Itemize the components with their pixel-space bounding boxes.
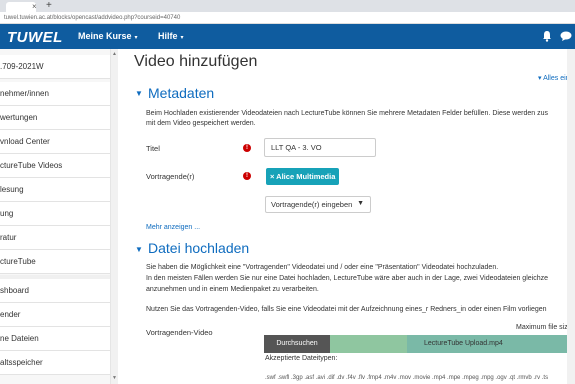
scroll-up-icon[interactable]: ▲	[112, 51, 117, 57]
sidebar-item-calendar[interactable]: ender	[0, 303, 118, 327]
sidebar-item-label: ctureTube	[0, 257, 36, 266]
nav-meine-kurse[interactable]: Meine Kurse ▾	[78, 31, 138, 41]
sidebar-item-label: .709-2021W	[0, 62, 44, 71]
expand-all-link[interactable]: ▾ Alles ein	[538, 74, 570, 82]
sidebar-item-vorlesung[interactable]: lesung	[0, 178, 118, 202]
file-drop-area[interactable]: Durchsuchen LectureTube Upload.mp4	[264, 335, 575, 353]
upload-description-4: Nutzen Sie das Vortragenden-Video, falls…	[146, 306, 547, 313]
main-scrollbar[interactable]	[567, 49, 575, 384]
metadata-description-cont: mit dem Video gespeichert werden.	[146, 120, 256, 127]
section-title-metadata[interactable]: Metadaten	[148, 85, 214, 101]
title-field-label: Titel	[146, 144, 160, 153]
sidebar-item-label: ne Dateien	[0, 334, 39, 343]
sidebar-item-course[interactable]: .709-2021W	[0, 55, 118, 79]
metadata-description: Beim Hochladen existierender Videodateie…	[146, 110, 548, 117]
collapse-caret-icon[interactable]: ▼	[135, 245, 143, 254]
bell-icon[interactable]	[542, 30, 552, 42]
tab-close-icon[interactable]: ×	[32, 2, 37, 12]
course-sidebar: .709-2021W nehmer/innen wertungen vnload…	[0, 49, 118, 384]
sidebar-item-label: ender	[0, 310, 21, 319]
chevron-down-icon: ▾	[180, 35, 184, 41]
required-icon: !	[243, 172, 251, 180]
max-file-size: Maximum file size	[516, 324, 572, 331]
sidebar-item-label: shboard	[0, 286, 29, 295]
top-navbar: TUWEL Meine Kurse ▾ Hilfe ▾	[0, 24, 575, 49]
title-input[interactable]: LLT QA - 3. VO	[264, 138, 376, 157]
nav-hilfe-label: Hilfe	[158, 31, 178, 41]
url-text[interactable]: tuwel.tuwien.ac.at/blocks/opencast/addvi…	[4, 14, 180, 22]
address-bar[interactable]: tuwel.tuwien.ac.at/blocks/opencast/addvi…	[0, 12, 575, 24]
sidebar-scrollbar[interactable]: ▲ ▼	[110, 49, 118, 384]
main-content: Video hinzufügen ▾ Alles ein ▼ Metadaten…	[118, 49, 575, 384]
collapse-caret-icon[interactable]: ▼	[135, 89, 143, 98]
accepted-types-list: .swf .swfl .3gp .asf .avi .dif .dv .f4v …	[265, 375, 549, 381]
sidebar-item-my-files[interactable]: ne Dateien	[0, 327, 118, 351]
scroll-down-icon[interactable]: ▼	[112, 375, 117, 381]
chevron-down-icon: ▼	[357, 200, 364, 207]
sidebar-item-literatur[interactable]: ratur	[0, 226, 118, 250]
sidebar-item-label: altsspeicher	[0, 358, 43, 367]
sidebar-item-lecturetube-videos[interactable]: ctureTube Videos	[0, 154, 118, 178]
upload-description-2: In den meisten Fällen werden Sie nur ein…	[146, 275, 548, 282]
page-title: Video hinzufügen	[134, 53, 258, 70]
sidebar-item-label: vnload Center	[0, 137, 50, 146]
sidebar-item-label: lesung	[0, 185, 24, 194]
chat-icon[interactable]	[560, 31, 572, 41]
sidebar-item-content-bank[interactable]: altsspeicher	[0, 351, 118, 375]
sidebar-item-label: nehmer/innen	[0, 89, 49, 98]
upload-progress-bar	[330, 335, 407, 353]
speaker-select-label: Vortragende(r) eingeben	[271, 200, 353, 209]
speakers-field-label: Vortragende(r)	[146, 172, 195, 181]
required-icon: !	[243, 144, 251, 152]
sidebar-item-label: ratur	[0, 233, 17, 242]
sidebar-item-label: ung	[0, 209, 14, 218]
selected-file-name: LectureTube Upload.mp4	[424, 340, 503, 347]
nav-meine-kurse-label: Meine Kurse	[78, 31, 132, 41]
sidebar-item-download[interactable]: vnload Center	[0, 130, 118, 154]
sidebar-item-lecturetube[interactable]: ctureTube	[0, 250, 118, 274]
browser-tab[interactable]: ×	[6, 2, 37, 12]
sidebar-item-label: ctureTube Videos	[0, 161, 63, 170]
upload-description-3: anzunehmen und in einem Medienpaket zu v…	[146, 286, 319, 293]
upload-description-1: Sie haben die Möglichkeit eine "Vortrage…	[146, 264, 499, 271]
browser-tabstrip: × +	[0, 0, 575, 12]
sidebar-item-dashboard[interactable]: shboard	[0, 279, 118, 303]
speaker-chip[interactable]: × Alice Multimedia	[266, 168, 340, 185]
show-more-link[interactable]: Mehr anzeigen ...	[146, 224, 200, 231]
sidebar-item-uebung[interactable]: ung	[0, 202, 118, 226]
sidebar-item-grades[interactable]: wertungen	[0, 106, 118, 130]
browse-button[interactable]: Durchsuchen	[264, 335, 330, 353]
new-tab-icon[interactable]: +	[46, 1, 52, 11]
accepted-types-label: Akzeptierte Dateitypen:	[265, 355, 338, 362]
speaker-select[interactable]: Vortragende(r) eingeben ▼	[265, 196, 371, 213]
section-title-upload[interactable]: Datei hochladen	[148, 240, 249, 256]
nav-hilfe[interactable]: Hilfe ▾	[158, 31, 184, 41]
sidebar-item-participants[interactable]: nehmer/innen	[0, 82, 118, 106]
chevron-down-icon: ▾	[134, 35, 138, 41]
tuwel-logo[interactable]: TUWEL	[7, 29, 63, 46]
sidebar-item-label: wertungen	[0, 113, 38, 122]
video-field-label: Vortragenden-Video	[146, 328, 213, 337]
